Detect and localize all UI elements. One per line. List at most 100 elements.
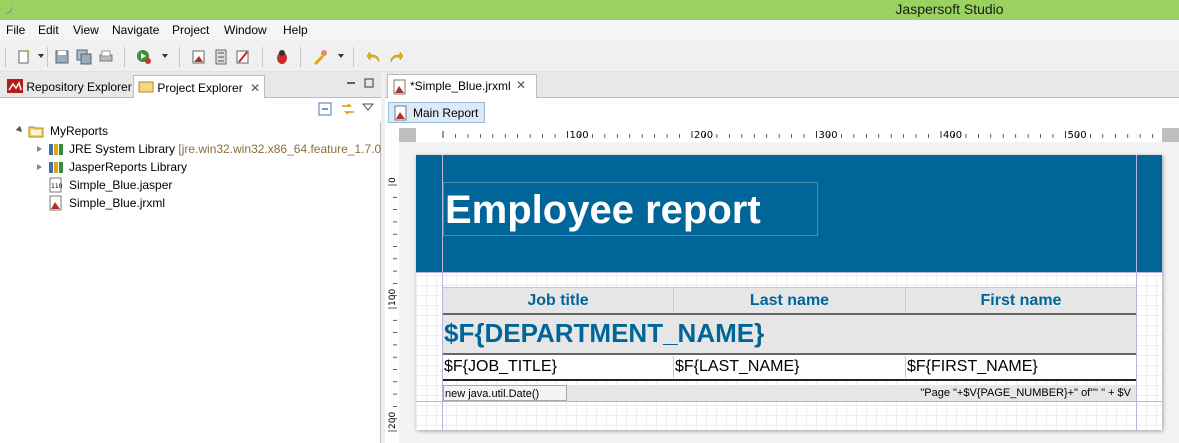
publish-dropdown-arrow[interactable] bbox=[338, 54, 344, 58]
tab-project-explorer-label: Project Explorer bbox=[157, 81, 243, 95]
column-header-first-name[interactable]: First name bbox=[906, 288, 1136, 313]
job-title-field[interactable]: $F{JOB_TITLE} bbox=[443, 356, 674, 378]
last-name-field[interactable]: $F{LAST_NAME} bbox=[674, 356, 906, 378]
menu-file[interactable]: File bbox=[6, 23, 25, 37]
library-icon bbox=[49, 144, 63, 155]
design-canvas: Employee report Job title Last name Firs… bbox=[399, 142, 1179, 443]
title-band[interactable]: Employee report bbox=[416, 155, 1162, 272]
menu-edit[interactable]: Edit bbox=[38, 23, 59, 37]
title-textfield[interactable]: Employee report bbox=[443, 182, 818, 236]
debug-icon[interactable] bbox=[274, 49, 290, 65]
tab-repository-explorer[interactable]: Repository Explorer bbox=[3, 75, 136, 98]
menu-navigate[interactable]: Navigate bbox=[112, 23, 159, 37]
editor-tab-label: *Simple_Blue.jrxml bbox=[410, 79, 511, 93]
maximize-icon[interactable] bbox=[364, 78, 374, 88]
tree-item-jre-system-library[interactable]: JRE System Library [jre.win32.win32.x86_… bbox=[35, 140, 381, 158]
report-subtabs: Main Report bbox=[385, 98, 1179, 128]
editor-tabs: *Simple_Blue.jrxml ✕ bbox=[385, 72, 1179, 98]
tab-main-report[interactable]: Main Report bbox=[388, 102, 486, 123]
compile-report-icon[interactable] bbox=[191, 49, 207, 65]
column-header-job-title[interactable]: Job title bbox=[443, 288, 674, 313]
tree-item-label: Simple_Blue.jrxml bbox=[69, 196, 166, 210]
close-tab-icon[interactable]: ✕ bbox=[516, 78, 526, 92]
ruler-label: 200 bbox=[694, 130, 713, 141]
report-icon bbox=[394, 105, 407, 121]
first-name-field[interactable]: $F{FIRST_NAME} bbox=[906, 356, 1136, 378]
tab-simple-blue-jrxml[interactable]: *Simple_Blue.jrxml ✕ bbox=[387, 74, 537, 98]
view-menu-icon[interactable] bbox=[362, 102, 374, 112]
page-number-field[interactable]: "Page "+$V{PAGE_NUMBER}+" of"" " + $V bbox=[920, 385, 1131, 401]
jasper-file-icon: 110 bbox=[49, 177, 63, 193]
title-bar: Jaspersoft Studio bbox=[0, 0, 1179, 20]
ruler-label: 200 bbox=[388, 412, 398, 429]
ruler-label: 100 bbox=[388, 289, 398, 306]
save-all-icon[interactable] bbox=[76, 49, 92, 65]
tree-item-label: JasperReports Library bbox=[69, 160, 188, 174]
jrxml-file-icon bbox=[393, 79, 406, 95]
report-editor: *Simple_Blue.jrxml ✕ Main Report 100 200 3… bbox=[385, 72, 1179, 443]
menu-bar: File Edit View Navigate Project Window H… bbox=[0, 20, 1179, 40]
jrxml-file-icon bbox=[49, 195, 62, 211]
tree-item-simple-blue-jasper[interactable]: 110 Simple_Blue.jasper bbox=[48, 176, 348, 194]
horizontal-ruler: 100 200 300 400 500 bbox=[399, 128, 1179, 142]
margin-guide bbox=[442, 155, 443, 430]
tab-project-explorer[interactable]: Project Explorer ✕ bbox=[133, 75, 265, 98]
column-header-band[interactable]: Job title Last name First name bbox=[443, 287, 1136, 313]
main-toolbar bbox=[0, 40, 1179, 72]
ruler-label: 500 bbox=[1068, 130, 1087, 141]
menu-help[interactable]: Help bbox=[283, 23, 308, 37]
compile-all-icon[interactable] bbox=[213, 49, 229, 65]
jre-label: JRE System Library bbox=[69, 142, 176, 156]
run-icon[interactable] bbox=[136, 49, 152, 65]
tab-repository-explorer-label: Repository Explorer bbox=[26, 80, 132, 94]
collapse-arrow-icon[interactable] bbox=[37, 146, 42, 152]
minimize-icon[interactable] bbox=[346, 78, 356, 88]
page-footer-band[interactable]: new java.util.Date() "Page "+$V{PAGE_NUM… bbox=[443, 385, 1136, 401]
detail-band[interactable]: $F{JOB_TITLE} $F{LAST_NAME} $F{FIRST_NAM… bbox=[443, 353, 1136, 381]
menu-window[interactable]: Window bbox=[224, 23, 267, 37]
report-title: Employee report bbox=[445, 188, 761, 232]
reset-icon[interactable] bbox=[235, 49, 251, 65]
tree-item-myreports[interactable]: MyReports bbox=[15, 122, 375, 140]
band-guide bbox=[416, 272, 1162, 273]
library-icon bbox=[49, 162, 63, 173]
tree-item-label: MyReports bbox=[50, 124, 109, 138]
ruler-label: 100 bbox=[570, 130, 589, 141]
left-panel: Repository Explorer Project Explorer ✕ M… bbox=[0, 72, 381, 443]
date-field[interactable]: new java.util.Date() bbox=[443, 385, 567, 401]
ruler-label: 0 bbox=[388, 177, 398, 183]
save-icon[interactable] bbox=[54, 49, 70, 65]
report-page[interactable]: Employee report Job title Last name Firs… bbox=[416, 155, 1162, 430]
band-guide bbox=[416, 401, 1162, 402]
ruler-label: 400 bbox=[943, 130, 962, 141]
ruler-label: 300 bbox=[819, 130, 838, 141]
column-header-last-name[interactable]: Last name bbox=[674, 288, 906, 313]
project-explorer-icon bbox=[138, 81, 154, 93]
tree-item-jasperreports-library[interactable]: JasperReports Library bbox=[35, 158, 335, 176]
explorer-toolbar bbox=[0, 98, 381, 122]
department-name-field[interactable]: $F{DEPARTMENT_NAME} bbox=[444, 316, 764, 350]
collapse-all-icon[interactable] bbox=[318, 102, 332, 116]
left-panel-tabs: Repository Explorer Project Explorer ✕ bbox=[0, 72, 381, 98]
tree-item-simple-blue-jrxml[interactable]: Simple_Blue.jrxml bbox=[48, 194, 348, 212]
new-dropdown-arrow[interactable] bbox=[38, 54, 44, 58]
svg-text:110: 110 bbox=[51, 183, 63, 190]
new-file-icon[interactable] bbox=[16, 49, 32, 65]
app-title: Jaspersoft Studio bbox=[895, 1, 1004, 17]
expand-arrow-icon[interactable] bbox=[15, 125, 25, 135]
main-report-label: Main Report bbox=[413, 106, 479, 120]
menu-project[interactable]: Project bbox=[172, 23, 209, 37]
back-icon[interactable] bbox=[366, 49, 382, 65]
publish-icon[interactable] bbox=[312, 49, 328, 65]
group-header-band[interactable]: $F{DEPARTMENT_NAME} bbox=[443, 313, 1136, 353]
menu-view[interactable]: View bbox=[73, 23, 99, 37]
link-with-editor-icon[interactable] bbox=[340, 102, 356, 116]
tree-item-label: Simple_Blue.jasper bbox=[69, 178, 173, 192]
collapse-arrow-icon[interactable] bbox=[37, 164, 42, 170]
vertical-ruler: 0 100 200 bbox=[385, 142, 399, 443]
forward-icon[interactable] bbox=[388, 49, 404, 65]
print-icon[interactable] bbox=[98, 49, 114, 65]
margin-guide bbox=[1136, 155, 1137, 430]
run-dropdown-arrow[interactable] bbox=[162, 54, 168, 58]
close-tab-icon[interactable]: ✕ bbox=[250, 81, 260, 95]
